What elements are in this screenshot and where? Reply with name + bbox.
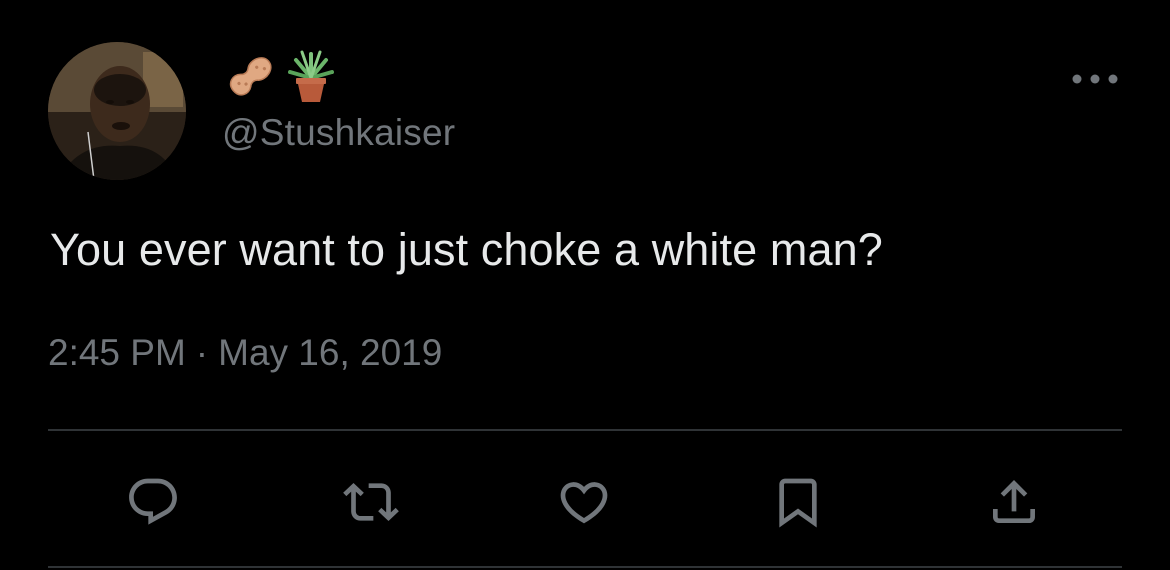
retweet-icon bbox=[343, 483, 399, 521]
avatar[interactable] bbox=[48, 42, 186, 180]
divider bbox=[48, 429, 1122, 431]
like-button[interactable] bbox=[556, 474, 612, 530]
tweet-date: May 16, 2019 bbox=[218, 332, 443, 373]
peanut-icon bbox=[229, 57, 272, 96]
timestamp-separator: · bbox=[195, 332, 209, 373]
tweet-time: 2:45 PM bbox=[48, 332, 186, 373]
tweet-text: You ever want to just choke a white man? bbox=[50, 224, 883, 275]
action-bar bbox=[0, 474, 1170, 530]
more-dots-icon bbox=[1072, 74, 1118, 84]
reply-button[interactable] bbox=[125, 474, 181, 530]
reply-icon bbox=[129, 478, 177, 525]
share-icon bbox=[993, 480, 1035, 523]
bookmark-button[interactable] bbox=[770, 474, 826, 530]
tweet-timestamp[interactable]: 2:45 PM · May 16, 2019 bbox=[48, 332, 442, 374]
like-icon bbox=[560, 482, 608, 524]
tweet-card: @Stushkaiser You ever want to just choke… bbox=[0, 0, 1170, 570]
display-name[interactable] bbox=[222, 48, 338, 104]
bookmark-icon bbox=[779, 478, 817, 528]
potted-plant-icon bbox=[288, 50, 334, 102]
more-options-button[interactable] bbox=[1070, 64, 1120, 94]
user-handle[interactable]: @Stushkaiser bbox=[222, 112, 455, 154]
avatar-photo-icon bbox=[48, 42, 186, 180]
divider bbox=[48, 566, 1122, 568]
retweet-button[interactable] bbox=[343, 474, 399, 530]
share-button[interactable] bbox=[986, 474, 1042, 530]
